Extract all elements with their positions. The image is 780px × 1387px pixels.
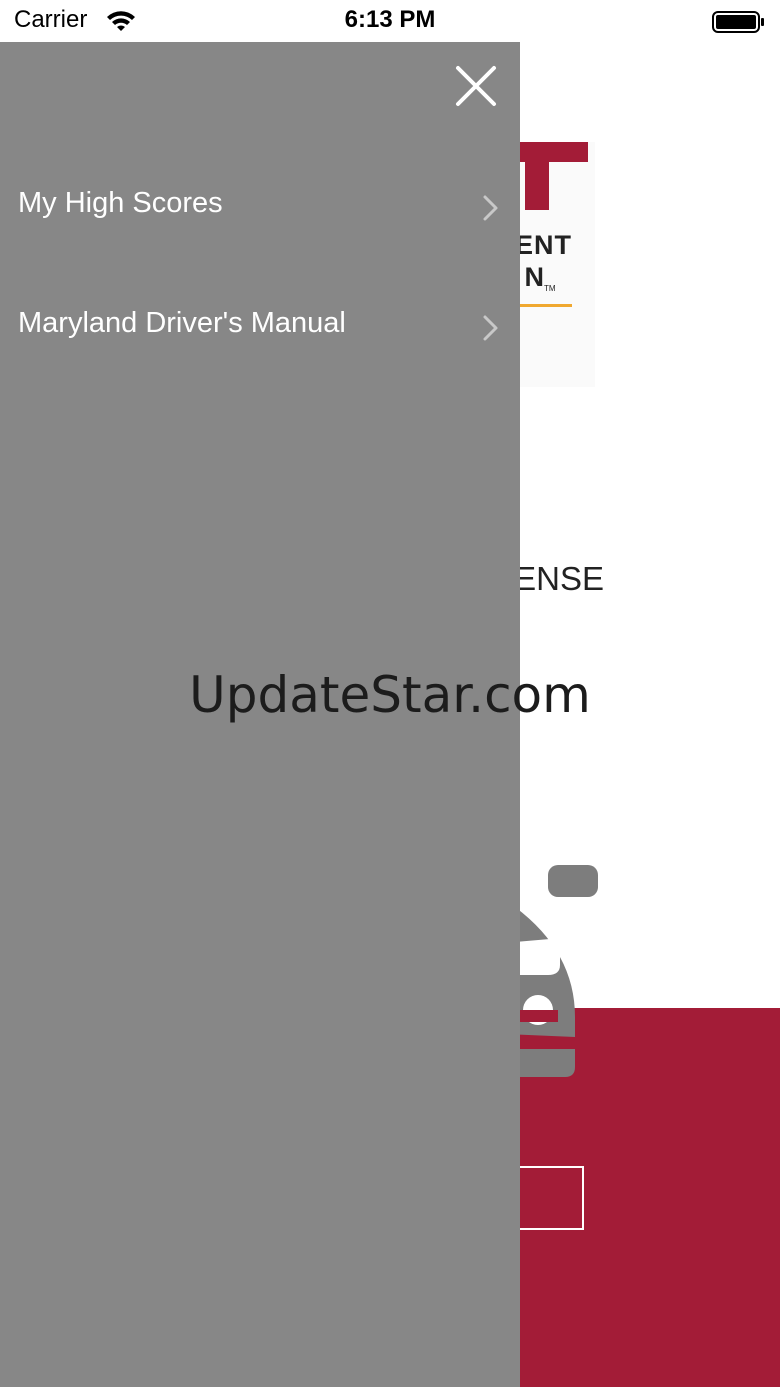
- logo-mark-stem: [525, 160, 549, 210]
- app-screen: Carrier 6:13 PM ENT N TM ENSE My High Sc…: [0, 0, 780, 1387]
- logo-trademark: TM: [544, 284, 556, 293]
- menu-item-drivers-manual[interactable]: Maryland Driver's Manual: [0, 292, 520, 362]
- logo-mark-top: [520, 142, 588, 162]
- close-icon[interactable]: [452, 62, 500, 110]
- menu-item-high-scores[interactable]: My High Scores: [0, 172, 520, 242]
- menu-item-label: My High Scores: [18, 187, 223, 219]
- chevron-right-icon: [483, 315, 498, 341]
- chevron-right-icon: [483, 195, 498, 221]
- battery-full-icon: [712, 11, 764, 33]
- menu-item-label: Maryland Driver's Manual: [18, 307, 346, 339]
- side-drawer: My High Scores Maryland Driver's Manual: [0, 42, 520, 1387]
- status-time: 6:13 PM: [344, 6, 436, 33]
- logo-underline: [512, 304, 572, 307]
- status-bar: Carrier 6:13 PM: [0, 0, 780, 42]
